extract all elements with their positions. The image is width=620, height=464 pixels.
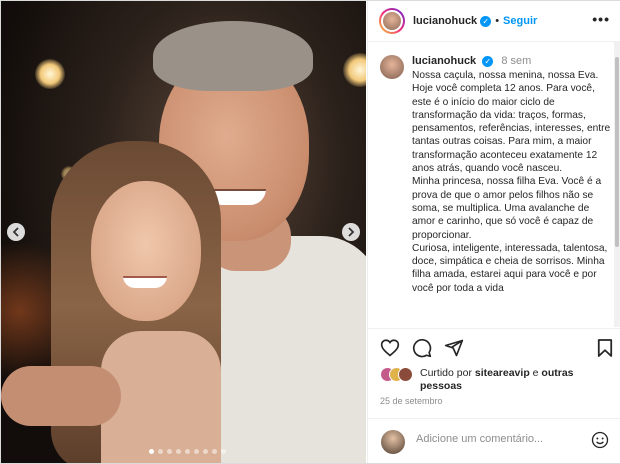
caption-area: lucianohuck ✓ 8 sem Nossa caçula, nossa … [368,42,614,327]
carousel-dots [149,449,226,454]
emoji-icon[interactable] [591,431,609,449]
chevron-left-icon [12,227,19,237]
current-user-avatar [381,430,405,454]
liker-avatars[interactable] [380,367,420,382]
caption-text: Nossa caçula, nossa menina, nossa Eva. H… [412,70,611,294]
carousel-dot [176,449,181,454]
caption-username[interactable]: lucianohuck [412,55,476,67]
separator-dot: • [495,15,500,27]
carousel-dot [221,449,226,454]
man-hair [153,21,313,91]
post-date[interactable]: 25 de setembro [380,396,443,406]
caption-header: lucianohuck ✓ 8 sem [412,55,531,67]
bookmark-icon[interactable] [597,338,613,358]
carousel-dot [185,449,190,454]
likes-prefix: Curtido por [420,367,475,379]
caption-time: 8 sem [501,55,532,67]
post-side-panel: lucianohuck ✓ • Seguir ••• lucianohuck ✓… [367,1,620,463]
more-options-icon[interactable]: ••• [592,11,610,27]
light-bokeh [35,59,65,89]
heart-icon[interactable] [380,338,400,357]
carousel-dot [203,449,208,454]
action-bar [368,328,620,365]
liker-avatar [398,367,413,382]
post-photo[interactable] [1,1,366,463]
author-avatar[interactable] [379,8,405,34]
carousel-dot [167,449,172,454]
girl-face [91,181,201,321]
carousel-dot [149,449,154,454]
caption-scrollbar[interactable] [614,42,620,327]
follow-button[interactable]: Seguir [503,15,537,27]
verified-badge-icon: ✓ [482,56,494,67]
man-arm [1,366,121,426]
verified-badge-icon: ✓ [480,15,492,27]
comment-input[interactable] [414,432,588,446]
post-header: lucianohuck ✓ • Seguir ••• [368,1,620,42]
carousel-dot [158,449,163,454]
liker-username[interactable]: siteareavip [475,367,530,379]
avatar-image [381,10,403,32]
author-username[interactable]: lucianohuck [413,15,477,27]
scrollbar-thumb[interactable] [615,57,619,247]
caption-author-avatar[interactable] [380,55,404,79]
likes-text: Curtido por siteareavip e outras pessoas [420,367,612,393]
carousel-dot [212,449,217,454]
carousel-next-button[interactable] [342,223,360,241]
comment-icon[interactable] [412,338,432,358]
likes-summary: Curtido por siteareavip e outras pessoas [380,367,612,393]
likes-middle: e [529,367,542,379]
comment-bar [368,418,620,464]
chevron-right-icon [348,227,355,237]
carousel-prev-button[interactable] [7,223,25,241]
share-icon[interactable] [444,338,464,358]
girl-smile [123,276,167,288]
carousel-dot [194,449,199,454]
light-bokeh [343,53,366,87]
